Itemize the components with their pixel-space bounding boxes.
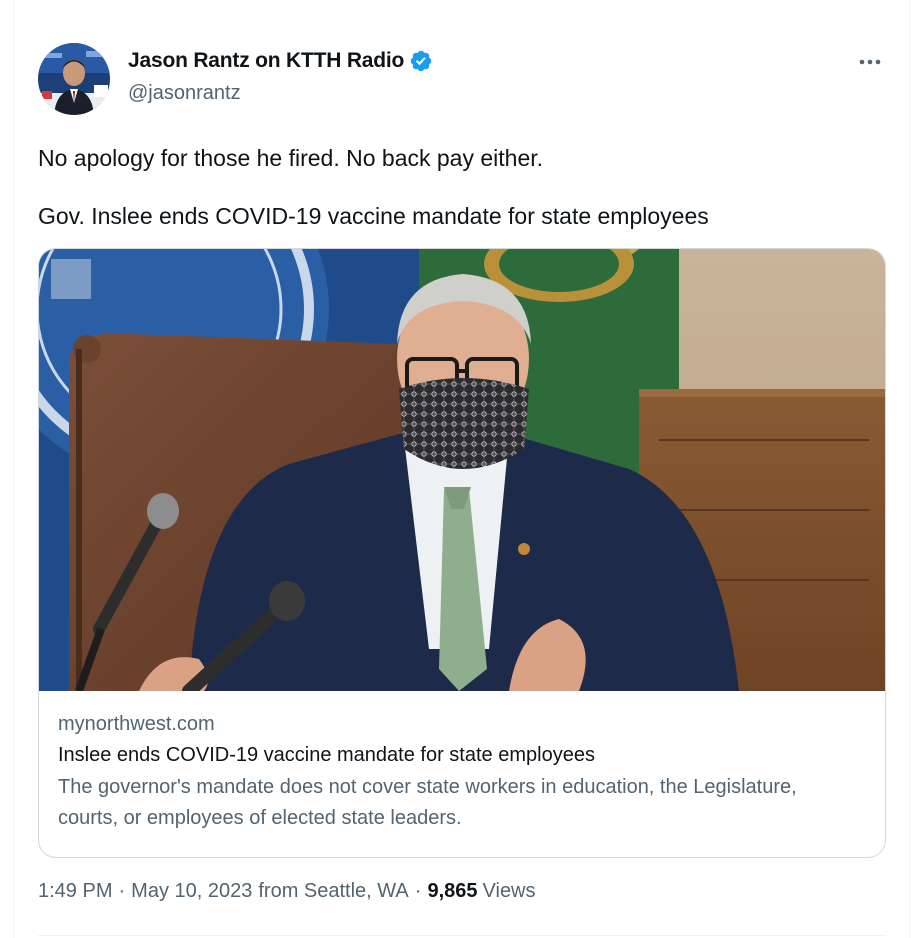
more-options-icon[interactable] <box>856 50 884 74</box>
link-preview-body: mynorthwest.com Inslee ends COVID-19 vac… <box>58 710 858 834</box>
tweet-header: Jason Rantz on KTTH Radio @jasonrantz <box>38 38 886 118</box>
views-label: Views <box>482 880 536 902</box>
views-count[interactable]: 9,865 <box>427 880 477 903</box>
link-preview-title: Inslee ends COVID-19 vaccine mandate for… <box>58 744 595 766</box>
tweet-metadata: 1:49 PM · May 10, 2023 from Seattle, WA … <box>38 880 536 903</box>
tweet-text-line: Gov. Inslee ends COVID-19 vaccine mandat… <box>38 203 709 229</box>
tweet-date[interactable]: May 10, 2023 <box>131 880 252 903</box>
avatar[interactable] <box>38 43 110 115</box>
tweet-time[interactable]: 1:49 PM <box>38 880 112 903</box>
tweet: Jason Rantz on KTTH Radio @jasonrantz No… <box>38 38 886 902</box>
link-preview-image[interactable] <box>39 249 885 691</box>
meta-separator: · <box>118 880 126 902</box>
author-display-name[interactable]: Jason Rantz on KTTH Radio <box>128 49 404 73</box>
meta-separator: · <box>414 880 422 902</box>
link-preview-domain: mynorthwest.com <box>58 713 215 735</box>
timeline-border-right <box>909 0 910 938</box>
tweet-text: No apology for those he fired. No back p… <box>38 143 886 231</box>
tweet-divider <box>38 935 886 936</box>
author-handle[interactable]: @jasonrantz <box>128 82 241 105</box>
timeline-border-left <box>13 0 14 938</box>
link-preview-description: The governor's mandate does not cover st… <box>58 776 797 829</box>
link-preview-card[interactable]: mynorthwest.com Inslee ends COVID-19 vac… <box>38 248 886 858</box>
author-name-row: Jason Rantz on KTTH Radio <box>128 49 433 73</box>
tweet-location: from Seattle, WA <box>258 880 409 902</box>
tweet-text-line: No apology for those he fired. No back p… <box>38 145 544 171</box>
verified-badge-icon[interactable] <box>409 49 433 73</box>
